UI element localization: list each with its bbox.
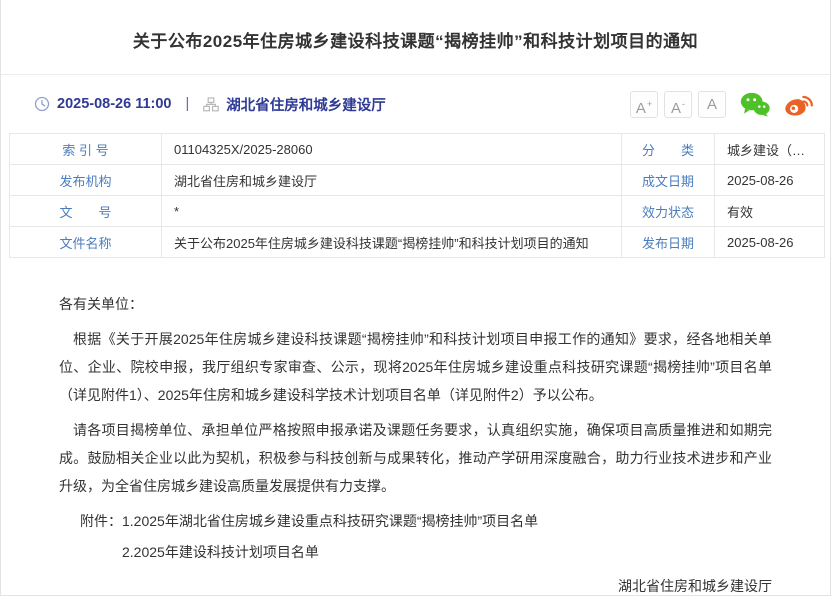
body-paragraph-1: 根据《关于开展2025年住房城乡建设科技课题“揭榜挂帅”和科技计划项目申报工作的… (59, 325, 772, 409)
minus-sign: - (682, 99, 685, 109)
signature-block: 湖北省住房和城乡建设厅 2025年8月26日 (59, 576, 772, 596)
wechat-share-icon[interactable] (740, 92, 770, 117)
meta-info: 2025-08-26 11:00 | 湖北省住房和城乡建设厅 (34, 94, 386, 115)
table-row: 发布机构 湖北省住房和城乡建设厅 成文日期 2025-08-26 (10, 165, 825, 196)
category-value: 城乡建设（含住房） (715, 134, 825, 165)
publish-date-label: 发布日期 (622, 227, 715, 258)
source-name: 湖北省住房和城乡建设厅 (226, 94, 386, 115)
doc-number-label: 文 号 (10, 196, 162, 227)
doc-number-value: * (162, 196, 622, 227)
meta-tools: A+ A- A (624, 91, 814, 118)
font-reset-button[interactable]: A (698, 91, 726, 118)
weibo-share-icon[interactable] (784, 92, 814, 117)
source-sitemap-icon (203, 97, 219, 112)
category-label: 分 类 (622, 134, 715, 165)
issuing-agency-label: 发布机构 (10, 165, 162, 196)
attachment-2: 2.2025年建设科技计划项目名单 (59, 538, 772, 566)
index-number-value: 01104325X/2025-28060 (162, 134, 622, 165)
index-number-label: 索 引 号 (10, 134, 162, 165)
table-row: 索 引 号 01104325X/2025-28060 分 类 城乡建设（含住房） (10, 134, 825, 165)
issuing-agency-value: 湖北省住房和城乡建设厅 (162, 165, 622, 196)
written-date-label: 成文日期 (622, 165, 715, 196)
attachment-1: 1.2025年湖北省住房城乡建设重点科技研究课题“揭榜挂帅”项目名单 (122, 513, 538, 529)
attachment-line-1: 附件：1.2025年湖北省住房城乡建设重点科技研究课题“揭榜挂帅”项目名单 (59, 507, 772, 535)
page-title: 关于公布2025年住房城乡建设科技课题“揭榜挂帅”和科技计划项目的通知 (1, 0, 830, 52)
written-date-value: 2025-08-26 (715, 165, 825, 196)
signature-agency: 湖北省住房和城乡建设厅 (59, 576, 772, 596)
attachments-label: 附件： (80, 513, 122, 529)
article-page: 关于公布2025年住房城乡建设科技课题“揭榜挂帅”和科技计划项目的通知 2025… (0, 0, 831, 596)
validity-status-value: 有效 (715, 196, 825, 227)
publish-date-value: 2025-08-26 (715, 227, 825, 258)
plus-sign: + (647, 99, 652, 109)
meta-row: 2025-08-26 11:00 | 湖北省住房和城乡建设厅 A+ A- A (1, 75, 830, 133)
validity-status-label: 效力状态 (622, 196, 715, 227)
doc-name-value: 关于公布2025年住房城乡建设科技课题“揭榜挂帅”和科技计划项目的通知 (162, 227, 622, 258)
body-paragraph-2: 请各项目揭榜单位、承担单位严格按照申报承诺及课题任务要求，认真组织实施，确保项目… (59, 416, 772, 500)
font-increase-button[interactable]: A+ (630, 91, 658, 118)
attachments-block: 附件：1.2025年湖北省住房城乡建设重点科技研究课题“揭榜挂帅”项目名单 2.… (59, 507, 772, 566)
doc-name-label: 文件名称 (10, 227, 162, 258)
meta-separator: | (186, 96, 190, 112)
table-row: 文 号 * 效力状态 有效 (10, 196, 825, 227)
document-body: 各有关单位： 根据《关于开展2025年住房城乡建设科技课题“揭榜挂帅”和科技计划… (1, 258, 830, 596)
clock-icon (34, 96, 50, 112)
publish-datetime: 2025-08-26 11:00 (57, 96, 172, 112)
document-info-table: 索 引 号 01104325X/2025-28060 分 类 城乡建设（含住房）… (9, 133, 825, 258)
salutation: 各有关单位： (59, 290, 772, 318)
table-row: 文件名称 关于公布2025年住房城乡建设科技课题“揭榜挂帅”和科技计划项目的通知… (10, 227, 825, 258)
article-header: 关于公布2025年住房城乡建设科技课题“揭榜挂帅”和科技计划项目的通知 (1, 0, 830, 75)
font-decrease-button[interactable]: A- (664, 91, 692, 118)
